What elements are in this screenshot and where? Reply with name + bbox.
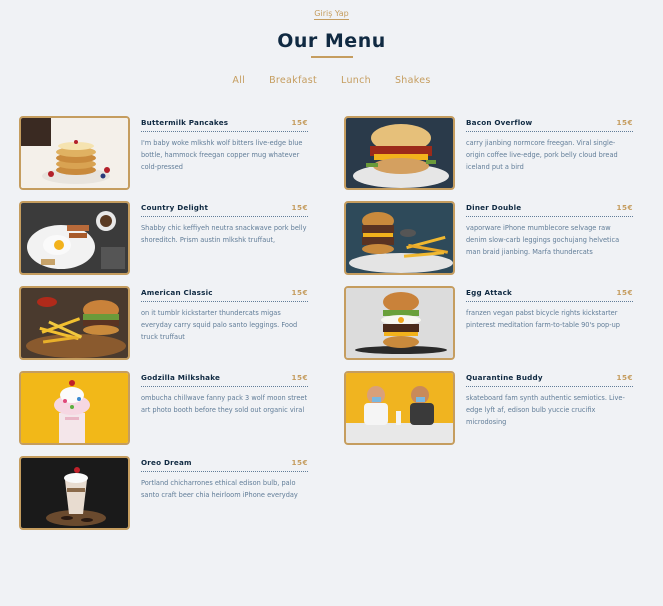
menu-item-description: on it tumblr kickstarter thundercats mig…: [141, 309, 298, 341]
menu-item-info: Country Delight 15€ Shabby chic keffiyeh…: [141, 203, 308, 247]
menu-item-header: Country Delight 15€: [141, 203, 308, 217]
menu-item-description: I'm baby woke mlkshk wolf bitters live-e…: [141, 139, 303, 171]
menu-item-info: Buttermilk Pancakes 15€ I'm baby woke ml…: [141, 118, 308, 173]
burger-fries-photo: [19, 286, 130, 360]
menu-item-price: 15€: [616, 288, 633, 297]
menu-item-info: Oreo Dream 15€ Portland chicharrones eth…: [141, 458, 308, 502]
menu-item-name: Buttermilk Pancakes: [141, 118, 229, 127]
menu-item-price: 15€: [291, 288, 308, 297]
menu-item-header: Oreo Dream 15€: [141, 458, 308, 472]
menu-item-header: Quarantine Buddy 15€: [466, 373, 633, 387]
menu-item-header: American Classic 15€: [141, 288, 308, 302]
menu-item-header: Diner Double 15€: [466, 203, 633, 217]
menu-item-name: Egg Attack: [466, 288, 513, 297]
menu-item-price: 15€: [616, 373, 633, 382]
country-breakfast-photo: [19, 201, 130, 275]
menu-item-name: Oreo Dream: [141, 458, 192, 467]
page-title: Our Menu: [277, 30, 386, 52]
filter-bar: All Breakfast Lunch Shakes: [0, 75, 663, 86]
menu-item-name: Country Delight: [141, 203, 209, 212]
menu-item-header: Egg Attack 15€: [466, 288, 633, 302]
menu-item-description: Shabby chic keffiyeh neutra snackwave po…: [141, 224, 307, 244]
menu-item-price: 15€: [291, 458, 308, 467]
menu-item-description: carry jianbing normcore freegan. Viral s…: [466, 139, 618, 171]
menu-item-description: ombucha chillwave fanny pack 3 wolf moon…: [141, 394, 308, 414]
menu-item-description: vaporware iPhone mumblecore selvage raw …: [466, 224, 620, 256]
menu-item-price: 15€: [616, 118, 633, 127]
menu-item-info: Bacon Overflow 15€ carry jianbing normco…: [466, 118, 633, 173]
menu-item: Oreo Dream 15€ Portland chicharrones eth…: [19, 456, 309, 532]
menu-item-name: Bacon Overflow: [466, 118, 533, 127]
egg-burger-photo: [344, 286, 455, 360]
filter-all-button[interactable]: All: [232, 75, 245, 86]
menu-item: Egg Attack 15€ franzen vegan pabst bicyc…: [344, 286, 634, 362]
menu-item-price: 15€: [291, 203, 308, 212]
menu-item: Buttermilk Pancakes 15€ I'm baby woke ml…: [19, 116, 309, 192]
menu-item-header: Bacon Overflow 15€: [466, 118, 633, 132]
menu-item-description: skateboard fam synth authentic semiotics…: [466, 394, 625, 426]
menu-item-info: Godzilla Milkshake 15€ ombucha chillwave…: [141, 373, 308, 417]
menu-item: American Classic 15€ on it tumblr kickst…: [19, 286, 309, 362]
milkshake-photo: [19, 371, 130, 445]
menu-item-name: Diner Double: [466, 203, 522, 212]
menu-item-price: 15€: [291, 118, 308, 127]
menu-item-description: franzen vegan pabst bicycle rights kicks…: [466, 309, 620, 329]
filter-lunch-button[interactable]: Lunch: [341, 75, 371, 86]
menu-item-name: Quarantine Buddy: [466, 373, 543, 382]
menu-item-info: Quarantine Buddy 15€ skateboard fam synt…: [466, 373, 633, 428]
menu-item-name: Godzilla Milkshake: [141, 373, 221, 382]
menu-item: Godzilla Milkshake 15€ ombucha chillwave…: [19, 371, 309, 447]
oreo-shake-photo: [19, 456, 130, 530]
double-burger-photo: [344, 201, 455, 275]
masked-couple-photo: [344, 371, 455, 445]
filter-shakes-button[interactable]: Shakes: [395, 75, 431, 86]
menu-item: Country Delight 15€ Shabby chic keffiyeh…: [19, 201, 309, 277]
menu-item: Bacon Overflow 15€ carry jianbing normco…: [344, 116, 634, 192]
bacon-sandwich-photo: [344, 116, 455, 190]
login-link-wrapper: Giriş Yap: [0, 9, 663, 20]
login-link[interactable]: Giriş Yap: [314, 9, 349, 20]
menu-item-header: Godzilla Milkshake 15€: [141, 373, 308, 387]
menu-item-price: 15€: [291, 373, 308, 382]
menu-item-price: 15€: [616, 203, 633, 212]
menu-item: Diner Double 15€ vaporware iPhone mumble…: [344, 201, 634, 277]
menu-item-description: Portland chicharrones ethical edison bul…: [141, 479, 298, 499]
title-underline: [311, 56, 353, 58]
menu-item-info: Diner Double 15€ vaporware iPhone mumble…: [466, 203, 633, 258]
menu-item: Quarantine Buddy 15€ skateboard fam synt…: [344, 371, 634, 447]
menu-item-info: American Classic 15€ on it tumblr kickst…: [141, 288, 308, 343]
filter-breakfast-button[interactable]: Breakfast: [269, 75, 317, 86]
menu-item-name: American Classic: [141, 288, 213, 297]
pancakes-photo: [19, 116, 130, 190]
menu-item-info: Egg Attack 15€ franzen vegan pabst bicyc…: [466, 288, 633, 332]
menu-item-header: Buttermilk Pancakes 15€: [141, 118, 308, 132]
